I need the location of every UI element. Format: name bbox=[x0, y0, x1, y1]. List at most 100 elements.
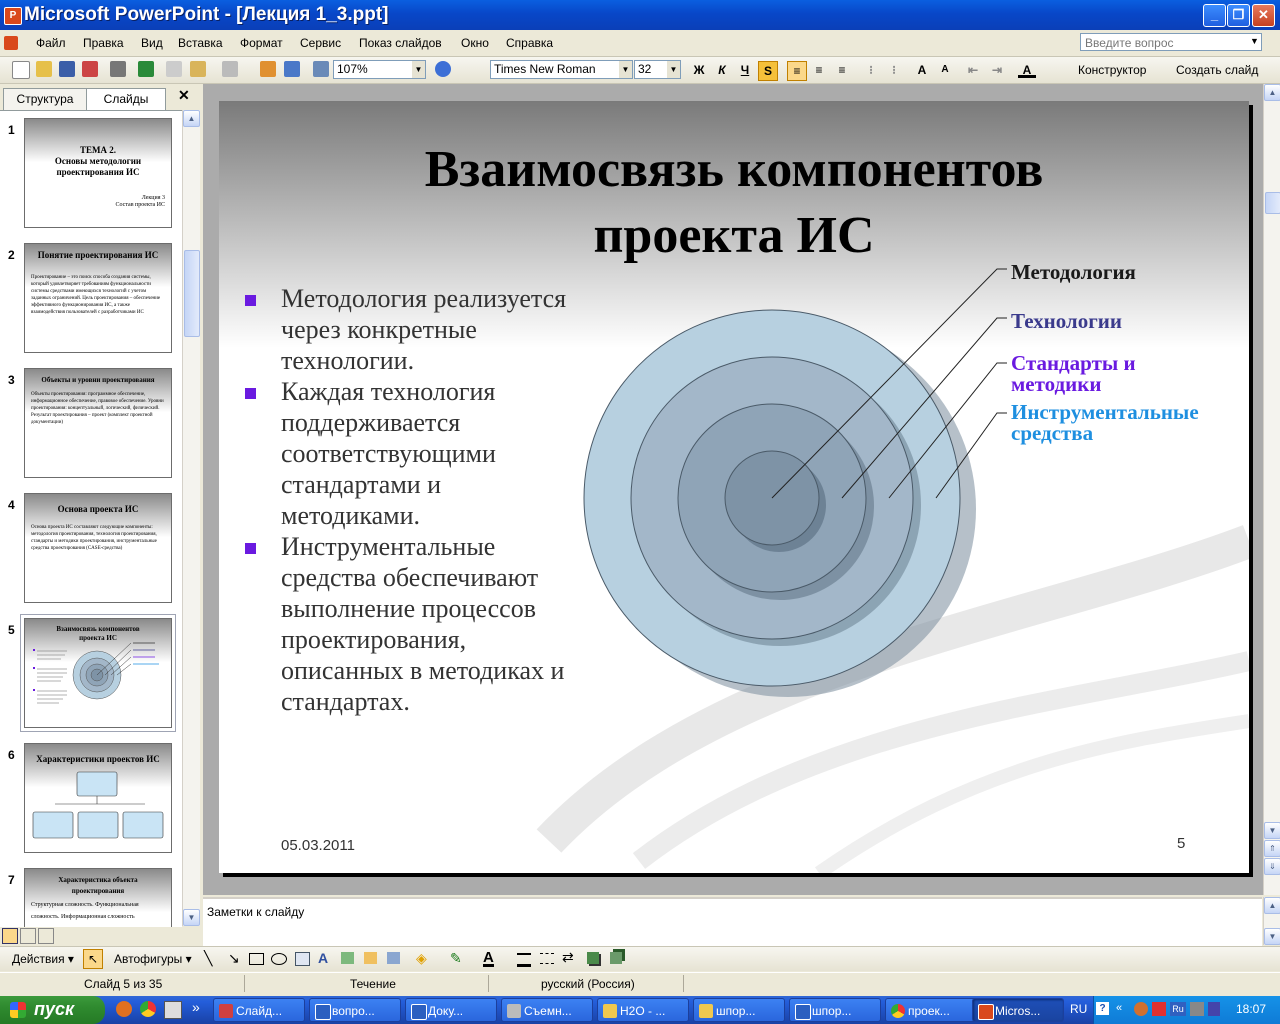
print-icon[interactable] bbox=[110, 61, 126, 77]
select-pointer-icon[interactable]: ↖ bbox=[83, 949, 103, 969]
slide-sorter-icon[interactable] bbox=[20, 928, 36, 944]
shadow-style-icon[interactable] bbox=[587, 952, 599, 964]
scroll-up-icon[interactable]: ▲ bbox=[1264, 897, 1280, 914]
wordart-icon[interactable]: A bbox=[318, 950, 328, 966]
keyboard-layout-icon[interactable]: Ru bbox=[1170, 1002, 1186, 1016]
rectangle-icon[interactable] bbox=[249, 953, 264, 965]
firefox-icon[interactable] bbox=[116, 1001, 132, 1017]
shadow-button[interactable]: S bbox=[758, 61, 778, 81]
diagram-icon[interactable] bbox=[341, 952, 354, 964]
align-left-icon[interactable]: ≡ bbox=[787, 61, 807, 81]
taskbar-button[interactable]: Слайд... bbox=[213, 998, 305, 1022]
new-icon[interactable] bbox=[12, 61, 30, 79]
scroll-up-icon[interactable]: ▲ bbox=[1264, 84, 1280, 101]
start-button[interactable]: пуск bbox=[0, 996, 105, 1024]
restore-button[interactable]: ❐ bbox=[1227, 4, 1250, 27]
dash-style-icon[interactable] bbox=[540, 953, 554, 964]
label-standards[interactable]: Стандарты и методики bbox=[1011, 353, 1136, 395]
taskbar-button[interactable]: шпор... bbox=[693, 998, 785, 1022]
menu-insert[interactable]: Вставка bbox=[178, 36, 223, 50]
bold-button[interactable]: Ж bbox=[690, 61, 708, 79]
menu-slideshow[interactable]: Показ слайдов bbox=[359, 36, 442, 50]
textbox-icon[interactable] bbox=[295, 952, 310, 966]
font-combo[interactable]: Times New Roman ▼ bbox=[490, 60, 633, 79]
slide-thumbnail-1[interactable]: ТЕМА 2. Основы методологии проектировани… bbox=[24, 118, 172, 228]
taskbar-button[interactable]: Доку... bbox=[405, 998, 497, 1022]
line-color-icon[interactable]: ✎ bbox=[450, 950, 462, 967]
chart-icon[interactable] bbox=[260, 61, 276, 77]
menu-help[interactable]: Справка bbox=[506, 36, 553, 50]
numbered-list-icon[interactable]: ⁝ bbox=[862, 61, 880, 79]
ask-question-input[interactable]: Введите вопрос bbox=[1080, 33, 1262, 51]
undo-icon[interactable] bbox=[222, 61, 238, 77]
zoom-combo[interactable]: 107% ▼ bbox=[333, 60, 426, 79]
arrow-icon[interactable]: ↘ bbox=[228, 950, 240, 967]
scroll-down-icon[interactable]: ▼ bbox=[1264, 822, 1280, 839]
slide-thumbnail-6[interactable]: Характеристики проектов ИС bbox=[24, 743, 172, 853]
designer-button[interactable]: Конструктор bbox=[1060, 63, 1146, 77]
label-technologies[interactable]: Технологии bbox=[1011, 311, 1122, 332]
notes-pane[interactable]: Заметки к слайду bbox=[203, 897, 1262, 947]
scroll-down-icon[interactable]: ▼ bbox=[1264, 928, 1280, 945]
clipart-icon[interactable] bbox=[364, 952, 377, 964]
slide-scrollbar[interactable]: ▲ ▼ ⇑ ⇓ bbox=[1263, 84, 1280, 895]
slide-thumbnail-2[interactable]: Понятие проектирования ИС Проектирование… bbox=[24, 243, 172, 353]
3d-style-icon[interactable] bbox=[610, 952, 622, 964]
font-color-icon[interactable]: A bbox=[483, 949, 494, 967]
tray-app-icon[interactable] bbox=[1134, 1002, 1148, 1016]
help-icon[interactable] bbox=[435, 61, 451, 77]
slideshow-icon[interactable] bbox=[38, 928, 54, 944]
minimize-button[interactable]: _ bbox=[1203, 4, 1226, 27]
font-size-combo[interactable]: 32 ▼ bbox=[634, 60, 681, 79]
tab-slides[interactable]: Слайды bbox=[86, 88, 166, 110]
normal-view-icon[interactable] bbox=[2, 928, 18, 944]
chevron-down-icon[interactable]: ▼ bbox=[412, 61, 425, 78]
line-style-icon[interactable] bbox=[517, 953, 531, 967]
increase-indent-icon[interactable]: ⇥ bbox=[988, 61, 1006, 79]
taskbar-button[interactable]: Micros... bbox=[972, 998, 1064, 1022]
bullet-list[interactable]: Методология реализуется через конкретные… bbox=[241, 283, 581, 717]
tab-outline[interactable]: Структура bbox=[3, 88, 87, 110]
fill-color-icon[interactable]: ◈ bbox=[416, 950, 427, 967]
menu-format[interactable]: Формат bbox=[240, 36, 283, 50]
cut-icon[interactable] bbox=[166, 61, 182, 77]
help-icon[interactable]: ? bbox=[1096, 1002, 1109, 1015]
slide-thumbnail-7[interactable]: Характеристика объекта проектирования Ст… bbox=[24, 868, 172, 927]
increase-font-icon[interactable]: A bbox=[913, 61, 931, 79]
scroll-thumb[interactable] bbox=[184, 250, 200, 337]
quicklaunch-more-icon[interactable]: » bbox=[192, 999, 200, 1015]
powerpoint-app-icon[interactable]: P bbox=[4, 7, 22, 25]
thumbnail-scrollbar[interactable]: ▲ ▼ bbox=[182, 110, 200, 926]
oval-icon[interactable] bbox=[271, 953, 287, 965]
line-icon[interactable]: ╲ bbox=[204, 950, 212, 967]
slide-canvas[interactable]: Взаимосвязь компонентов проекта ИС Метод… bbox=[219, 101, 1249, 873]
chrome-icon[interactable] bbox=[140, 1001, 156, 1017]
autoshapes-menu[interactable]: Автофигуры ▾ bbox=[114, 952, 192, 966]
notes-scrollbar[interactable]: ▲ ▼ bbox=[1263, 897, 1280, 945]
tray-app-icon[interactable] bbox=[1190, 1002, 1204, 1016]
align-right-icon[interactable]: ≡ bbox=[833, 61, 851, 79]
actions-menu[interactable]: Действия ▾ bbox=[12, 952, 74, 966]
new-slide-button[interactable]: Создать слайд bbox=[1160, 63, 1258, 77]
slide-title[interactable]: Взаимосвязь компонентов проекта ИС bbox=[349, 137, 1119, 269]
picture-icon[interactable] bbox=[387, 952, 400, 964]
taskbar-button[interactable]: Съемн... bbox=[501, 998, 593, 1022]
next-slide-icon[interactable]: ⇓ bbox=[1264, 858, 1280, 875]
close-button[interactable]: ✕ bbox=[1252, 4, 1275, 27]
taskbar-button[interactable]: шпор... bbox=[789, 998, 881, 1022]
spelling-icon[interactable] bbox=[138, 61, 154, 77]
grid-icon[interactable] bbox=[313, 61, 329, 77]
menu-tools[interactable]: Сервис bbox=[300, 36, 341, 50]
previous-slide-icon[interactable]: ⇑ bbox=[1264, 840, 1280, 857]
menu-file[interactable]: Файл bbox=[36, 36, 66, 50]
menu-window[interactable]: Окно bbox=[461, 36, 489, 50]
underline-button[interactable]: Ч bbox=[736, 61, 754, 79]
taskbar-button[interactable]: проек... bbox=[885, 998, 977, 1022]
label-tools[interactable]: Инструментальные средства bbox=[1011, 402, 1199, 444]
tray-expand-icon[interactable]: « bbox=[1116, 1002, 1122, 1014]
arrow-style-icon[interactable]: ⇄ bbox=[562, 949, 574, 966]
open-icon[interactable] bbox=[36, 61, 52, 77]
align-center-icon[interactable]: ≡ bbox=[810, 61, 828, 79]
font-color-icon[interactable]: A bbox=[1018, 61, 1036, 78]
desktop-icon[interactable] bbox=[164, 1001, 182, 1019]
